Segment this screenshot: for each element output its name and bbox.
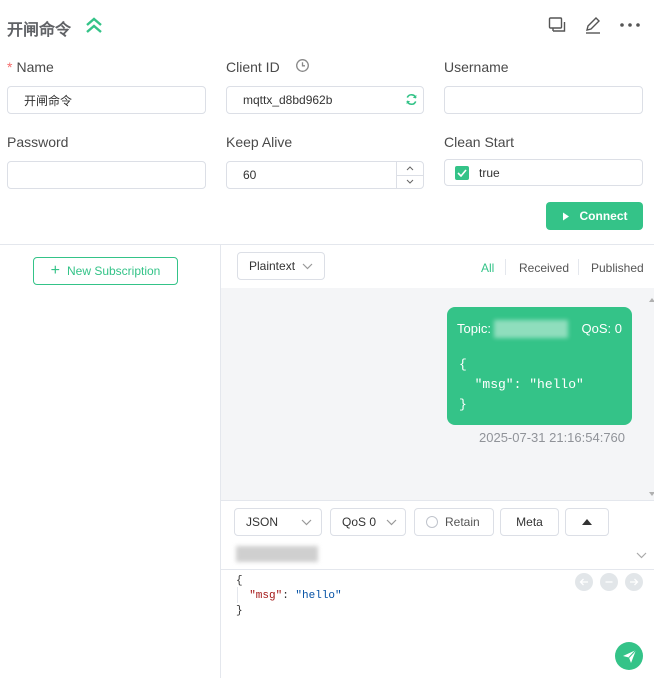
- payload-type-select[interactable]: Plaintext: [237, 252, 325, 280]
- history-forward-icon[interactable]: [625, 573, 643, 591]
- clean-start-checkbox[interactable]: [455, 165, 469, 180]
- play-icon: [562, 212, 569, 220]
- clean-start-label: Clean Start: [444, 134, 515, 150]
- send-button[interactable]: [615, 642, 643, 670]
- clean-start-field[interactable]: true: [444, 159, 643, 186]
- more-icon[interactable]: [619, 14, 641, 36]
- username-label: Username: [444, 59, 509, 75]
- retain-toggle[interactable]: Retain: [414, 508, 494, 536]
- qos-select[interactable]: QoS 0: [330, 508, 406, 536]
- required-mark: *: [7, 59, 13, 75]
- keep-alive-stepper[interactable]: [396, 162, 423, 188]
- filter-published-tab[interactable]: Published: [591, 261, 644, 275]
- client-id-label: Client ID: [226, 59, 280, 75]
- meta-button[interactable]: Meta: [500, 508, 559, 536]
- retain-radio[interactable]: [426, 516, 438, 528]
- stepper-up-icon[interactable]: [397, 162, 423, 176]
- chevron-down-icon: [301, 519, 312, 526]
- new-window-icon[interactable]: [546, 14, 568, 36]
- format-select[interactable]: JSON: [234, 508, 322, 536]
- password-label: Password: [7, 134, 69, 150]
- keep-alive-label: Keep Alive: [226, 134, 293, 150]
- caret-up-icon: [582, 519, 592, 525]
- collapse-up-icon[interactable]: [84, 14, 104, 36]
- message-topic: Topic:: [457, 321, 491, 336]
- chevron-down-icon[interactable]: [636, 552, 647, 559]
- name-label: * Name: [7, 59, 54, 75]
- redacted-topic-value: [236, 546, 318, 562]
- connect-button[interactable]: Connect: [546, 202, 643, 230]
- new-subscription-button[interactable]: + New Subscription: [33, 257, 178, 285]
- clock-icon[interactable]: [295, 58, 310, 76]
- message-qos: QoS: 0: [581, 321, 622, 336]
- message-timestamp: 2025-07-31 21:16:54:760: [479, 430, 626, 445]
- expand-button[interactable]: [565, 508, 609, 536]
- username-input[interactable]: [444, 86, 643, 114]
- name-input[interactable]: 开闸命令: [7, 86, 206, 114]
- keep-alive-input[interactable]: 60: [226, 161, 424, 189]
- history-clear-icon[interactable]: [600, 573, 618, 591]
- message-payload: { "msg": "hello" }: [459, 357, 584, 412]
- scroll-down-icon[interactable]: [649, 492, 654, 496]
- clean-start-value: true: [479, 165, 500, 180]
- connection-title: 开闸命令: [7, 22, 72, 39]
- scroll-up-icon[interactable]: [649, 298, 654, 302]
- chevron-down-icon: [302, 263, 313, 270]
- filter-all-tab[interactable]: All: [481, 261, 494, 275]
- redacted-topic: [494, 320, 568, 338]
- password-input[interactable]: [7, 161, 206, 189]
- filter-received-tab[interactable]: Received: [519, 261, 569, 275]
- plus-icon: +: [50, 262, 60, 279]
- refresh-icon[interactable]: [405, 93, 418, 109]
- published-message-bubble[interactable]: Topic: QoS: 0 { "msg": "hello" }: [447, 307, 632, 425]
- client-id-input[interactable]: mqttx_d8bd962b: [226, 86, 424, 114]
- chevron-down-icon: [386, 519, 397, 526]
- history-back-icon[interactable]: [575, 573, 593, 591]
- edit-icon[interactable]: [582, 14, 604, 36]
- stepper-down-icon[interactable]: [397, 176, 423, 189]
- payload-editor[interactable]: { "msg": "hello" }: [236, 574, 342, 619]
- send-icon: [622, 649, 636, 663]
